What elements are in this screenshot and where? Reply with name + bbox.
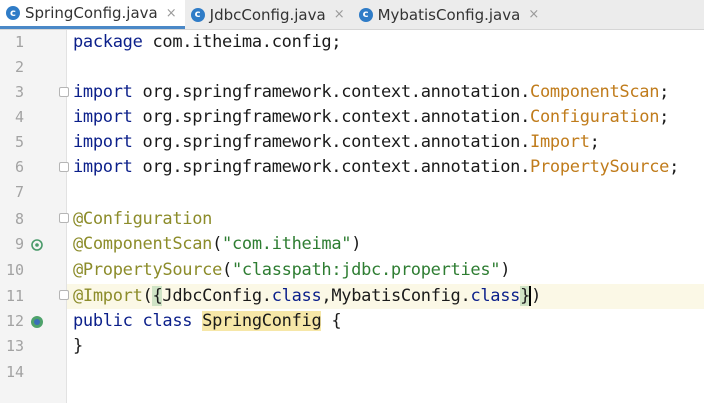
- line-number: 7: [14, 183, 24, 201]
- class-reference: PropertySource: [530, 157, 670, 177]
- annotation: @Import: [73, 286, 143, 306]
- class-icon: c: [358, 7, 373, 22]
- close-icon[interactable]: ×: [166, 6, 177, 21]
- code-line-13: }: [73, 334, 83, 359]
- package-name: com.itheima.config;: [142, 32, 342, 52]
- code-line-11: @Import({JdbcConfig.class,MybatisConfig.…: [73, 286, 541, 306]
- class-reference: ComponentScan: [530, 82, 660, 102]
- code-line-10: @PropertySource("classpath:jdbc.properti…: [73, 260, 511, 280]
- fold-marker-icon[interactable]: [59, 213, 69, 223]
- tab-label: SpringConfig.java: [25, 4, 158, 22]
- string-literal: "com.itheima": [222, 234, 352, 254]
- line-number: 14: [5, 363, 24, 381]
- annotation: @Configuration: [73, 209, 213, 229]
- keyword: import: [73, 132, 133, 152]
- line-number: 6: [14, 158, 24, 176]
- keyword: import: [73, 107, 133, 127]
- semicolon: ;: [669, 157, 680, 177]
- annotation: @ComponentScan: [73, 234, 213, 254]
- keyword: class: [271, 286, 322, 306]
- class-icon: c: [6, 6, 20, 20]
- tab-label: JdbcConfig.java: [209, 5, 326, 24]
- semicolon: ;: [659, 82, 670, 102]
- code-line-6: import org.springframework.context.annot…: [73, 155, 679, 180]
- fold-marker-icon[interactable]: [59, 87, 69, 97]
- fold-marker-icon[interactable]: [59, 290, 69, 300]
- package-path: org.springframework.context.annotation.: [132, 157, 531, 177]
- keyword: public: [73, 311, 133, 331]
- code-line-1: package com.itheima.config;: [73, 30, 342, 55]
- code-line-5: import org.springframework.context.annot…: [73, 130, 600, 155]
- matched-brace: {: [152, 286, 163, 306]
- string-literal: "classpath:jdbc.properties": [231, 260, 501, 280]
- tab-springconfig[interactable]: c SpringConfig.java ×: [0, 0, 185, 29]
- text-caret: [529, 286, 532, 306]
- line-number: 3: [14, 83, 24, 101]
- line-number: 5: [14, 133, 24, 151]
- spring-bean-icon[interactable]: [30, 315, 44, 329]
- line-number: 8: [14, 210, 24, 228]
- line-number: 2: [14, 58, 24, 76]
- tab-label: MybatisConfig.java: [377, 5, 521, 24]
- line-number: 9: [14, 235, 24, 253]
- semicolon: ;: [659, 107, 670, 127]
- line-number: 11: [5, 287, 24, 305]
- editor-tab-bar: c SpringConfig.java × c JdbcConfig.java …: [0, 0, 704, 30]
- close-brace: }: [73, 336, 83, 356]
- tab-mybatisconfig[interactable]: c MybatisConfig.java ×: [353, 0, 548, 29]
- code-line-4: import org.springframework.context.annot…: [73, 105, 669, 130]
- code-line-9: @ComponentScan("com.itheima"): [73, 234, 362, 254]
- fold-marker-icon[interactable]: [59, 162, 69, 172]
- keyword: package: [73, 32, 143, 52]
- class-reference: Import: [530, 132, 590, 152]
- keyword: class: [470, 286, 521, 306]
- line-number: 10: [5, 261, 24, 279]
- class-name: MybatisConfig: [331, 286, 461, 306]
- line-number: 1: [14, 33, 24, 51]
- keyword: import: [73, 157, 133, 177]
- package-path: org.springframework.context.annotation.: [132, 132, 531, 152]
- package-path: org.springframework.context.annotation.: [132, 82, 531, 102]
- package-path: org.springframework.context.annotation.: [132, 107, 531, 127]
- tab-jdbcconfig[interactable]: c JdbcConfig.java ×: [185, 0, 353, 29]
- class-icon: c: [190, 7, 205, 22]
- bean-scan-icon[interactable]: [30, 238, 44, 252]
- semicolon: ;: [589, 132, 600, 152]
- line-number: 13: [5, 337, 24, 355]
- code-line-3: import org.springframework.context.annot…: [73, 80, 669, 105]
- open-brace: {: [331, 311, 342, 331]
- class-reference: Configuration: [530, 107, 660, 127]
- keyword: import: [73, 82, 133, 102]
- annotation: @PropertySource: [73, 260, 223, 280]
- code-line-12: public class SpringConfig {: [73, 309, 342, 334]
- keyword: class: [142, 311, 193, 331]
- code-line-8: @Configuration: [73, 207, 212, 232]
- close-icon[interactable]: ×: [334, 7, 345, 22]
- class-declaration-name: SpringConfig: [202, 311, 322, 331]
- line-number: 4: [14, 108, 24, 126]
- line-number: 12: [5, 312, 24, 330]
- class-name: JdbcConfig: [162, 286, 262, 306]
- close-icon[interactable]: ×: [528, 7, 539, 22]
